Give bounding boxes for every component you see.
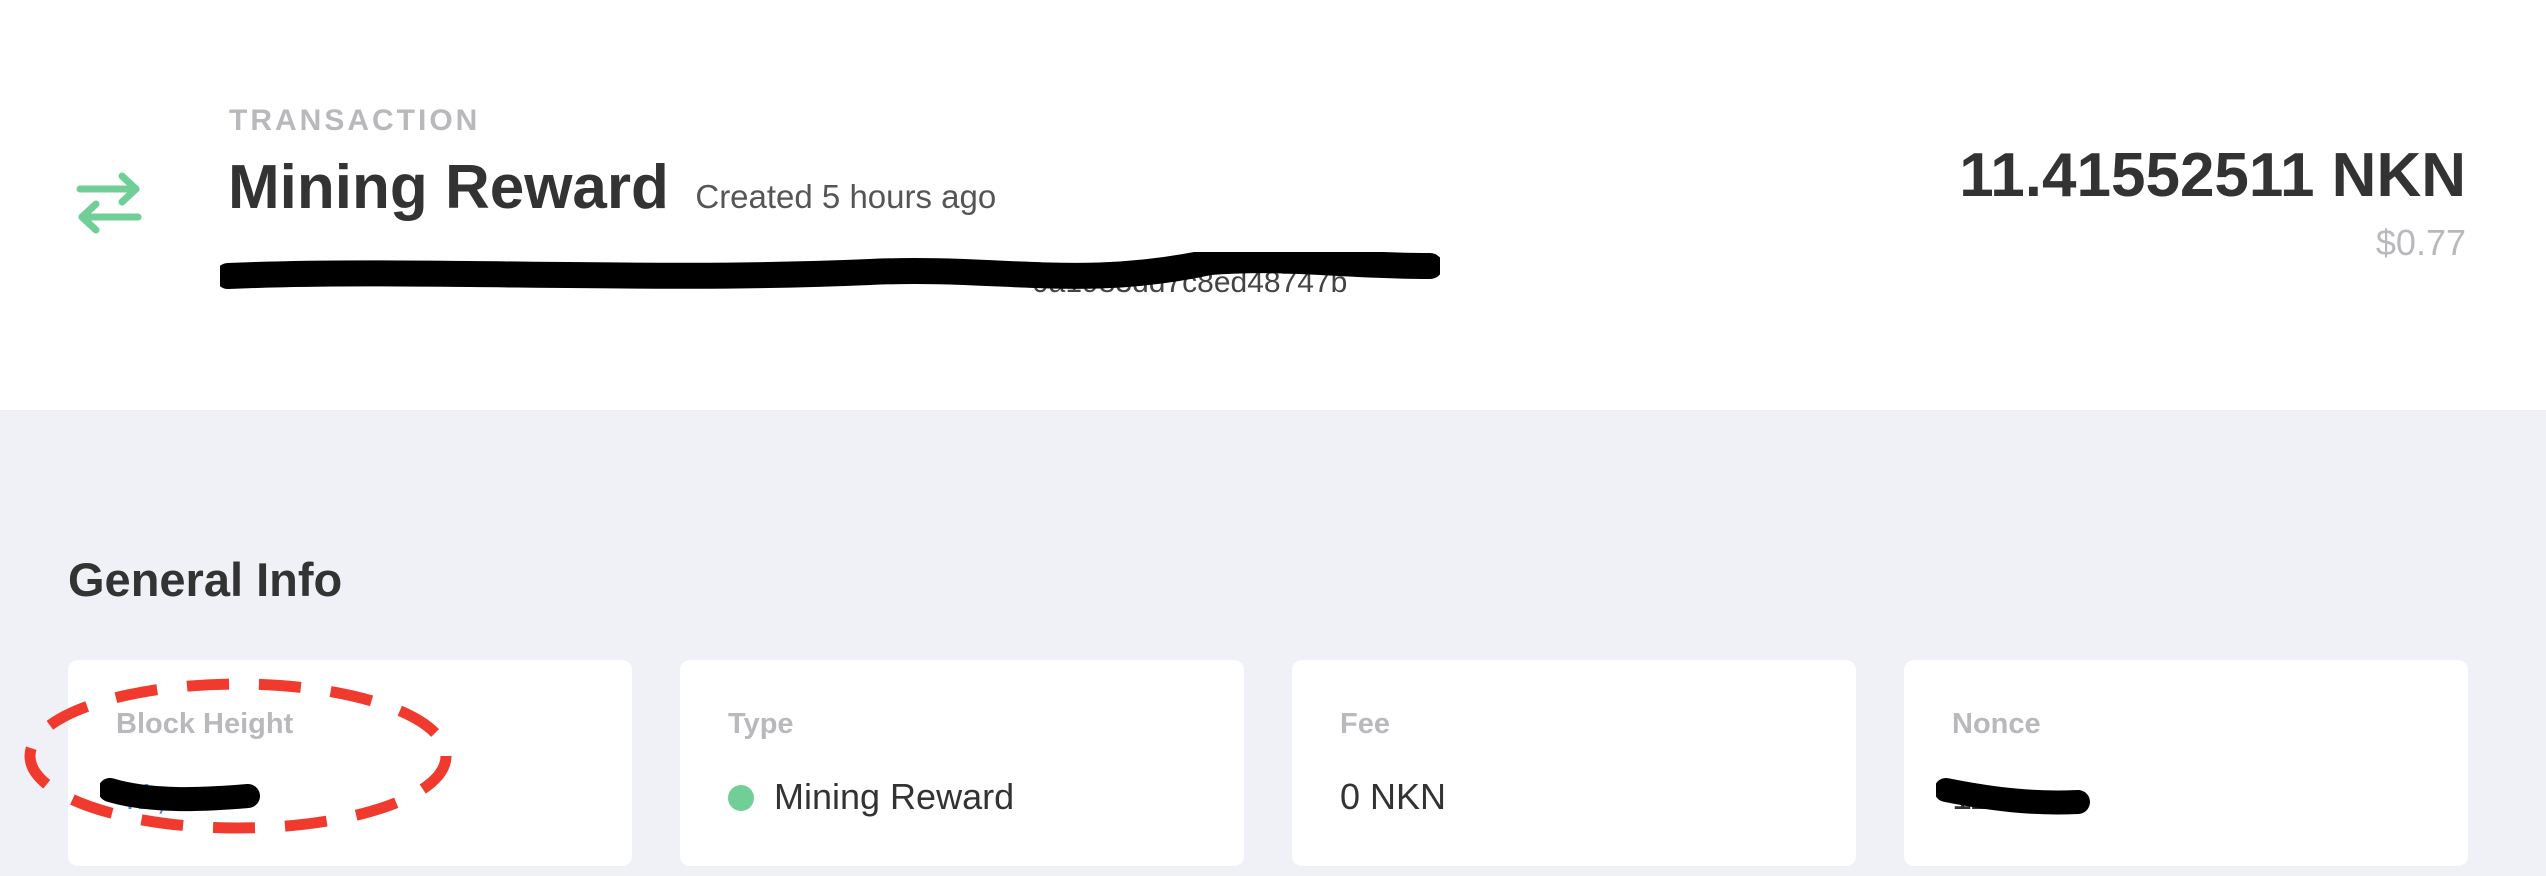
swap-arrows-icon xyxy=(76,172,142,234)
status-dot-icon xyxy=(728,785,754,811)
card-type: Type Mining Reward xyxy=(680,660,1244,866)
section-title: General Info xyxy=(68,553,343,606)
card-label: Fee xyxy=(1340,708,1390,740)
title-row: Mining Reward Created 5 hours ago xyxy=(228,152,996,223)
card-fee: Fee 0 NKN xyxy=(1292,660,1856,866)
highlight-ellipse xyxy=(24,678,452,834)
type-text: Mining Reward xyxy=(774,776,1015,817)
type-value: Mining Reward xyxy=(728,776,1014,818)
eyebrow-label: TRANSACTION xyxy=(229,104,481,137)
card-nonce: Nonce 11 xyxy=(1904,660,2468,866)
created-time: Created 5 hours ago xyxy=(695,178,997,215)
card-label: Type xyxy=(728,708,794,740)
amount-value: 11.41552511 NKN xyxy=(1959,141,2466,210)
amount-usd: $0.77 xyxy=(2375,222,2466,263)
transaction-header: TRANSACTION Mining Reward Created 5 hour… xyxy=(0,0,2546,410)
fee-value: 0 NKN xyxy=(1340,776,1447,817)
redaction-scribble xyxy=(220,252,1440,289)
page-title: Mining Reward xyxy=(228,153,669,222)
redaction-scribble xyxy=(1936,778,2090,815)
card-label: Nonce xyxy=(1952,708,2041,740)
